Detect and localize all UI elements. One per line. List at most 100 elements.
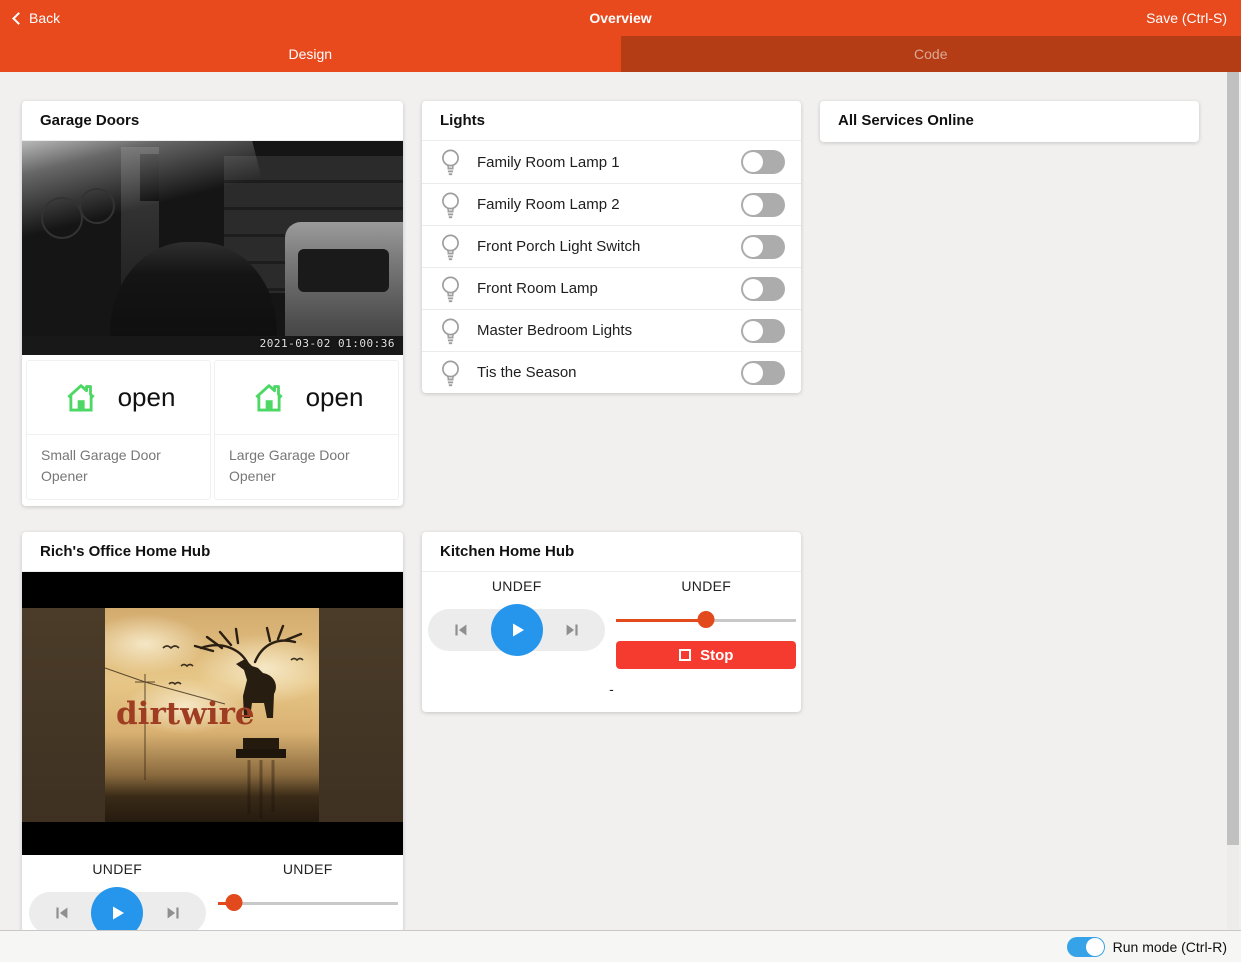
slider-knob[interactable] xyxy=(698,611,715,628)
volume-slider[interactable] xyxy=(616,611,796,629)
light-toggle[interactable] xyxy=(741,150,785,174)
scrollbar-thumb[interactable] xyxy=(1227,72,1239,845)
stop-label: Stop xyxy=(700,647,733,664)
toggle-knob xyxy=(743,321,763,341)
page-title: Overview xyxy=(0,10,1241,26)
bulb-icon xyxy=(438,358,463,388)
next-track-button[interactable] xyxy=(561,618,585,642)
artist-label: UNDEF xyxy=(612,578,802,594)
next-icon xyxy=(163,902,185,924)
toggle-knob xyxy=(743,152,763,172)
door-state-text: open xyxy=(118,382,176,413)
light-row: Front Porch Light Switch xyxy=(422,225,801,267)
door-label: Small Garage Door Opener xyxy=(27,435,210,499)
media-controls xyxy=(428,609,605,651)
track-label: UNDEF xyxy=(22,861,213,877)
camera-timestamp: 2021-03-02 01:00:36 xyxy=(260,337,395,350)
lights-card-title: Lights xyxy=(422,101,801,141)
save-label: Save (Ctrl-S) xyxy=(1146,10,1227,26)
tab-bar: Design Code xyxy=(0,36,1241,72)
kitchen-hub-status: UNDEF UNDEF xyxy=(422,578,801,594)
light-label: Family Room Lamp 2 xyxy=(477,196,741,213)
home-icon xyxy=(250,379,288,417)
light-row: Family Room Lamp 1 xyxy=(422,141,801,183)
bulb-icon xyxy=(438,274,463,304)
slider-track xyxy=(218,902,398,905)
office-hub-controls xyxy=(22,886,403,930)
bulb-icon xyxy=(438,316,463,346)
previous-icon xyxy=(449,619,471,641)
bulb-icon xyxy=(438,190,463,220)
garage-camera-feed: 2021-03-02 01:00:36 xyxy=(22,141,403,355)
toggle-knob xyxy=(1086,938,1104,956)
light-label: Tis the Season xyxy=(477,364,741,381)
office-hub-title: Rich's Office Home Hub xyxy=(22,532,403,572)
light-row: Master Bedroom Lights xyxy=(422,309,801,351)
light-toggle[interactable] xyxy=(741,277,785,301)
run-mode-toggle[interactable] xyxy=(1067,937,1105,957)
album-title-text: dirtwire xyxy=(116,696,255,732)
back-button[interactable]: Back xyxy=(0,0,74,36)
card-all-services: All Services Online xyxy=(820,101,1199,142)
bike-wheel xyxy=(79,188,115,224)
previous-track-button[interactable] xyxy=(49,901,73,925)
status-bar: Run mode (Ctrl-R) xyxy=(0,930,1241,962)
next-track-button[interactable] xyxy=(162,901,186,925)
toggle-knob xyxy=(743,279,763,299)
door-state-text: open xyxy=(306,382,364,413)
garage-door-button-large[interactable]: open Large Garage Door Opener xyxy=(214,360,399,500)
run-mode-label: Run mode (Ctrl-R) xyxy=(1113,939,1227,955)
light-toggle[interactable] xyxy=(741,235,785,259)
play-button[interactable] xyxy=(491,604,543,656)
chevron-left-icon xyxy=(12,12,25,25)
garage-door-button-small[interactable]: open Small Garage Door Opener xyxy=(26,360,211,500)
previous-icon xyxy=(50,902,72,924)
garage-door-state-large: open xyxy=(215,361,398,435)
previous-track-button[interactable] xyxy=(448,618,472,642)
toggle-knob xyxy=(743,363,763,383)
light-toggle[interactable] xyxy=(741,361,785,385)
light-label: Family Room Lamp 1 xyxy=(477,154,741,171)
track-label: UNDEF xyxy=(422,578,612,594)
home-icon xyxy=(62,379,100,417)
save-button[interactable]: Save (Ctrl-S) xyxy=(1132,0,1241,36)
design-canvas: Garage Doors 2021-03-02 01:00:36 xyxy=(0,72,1241,930)
light-label: Master Bedroom Lights xyxy=(477,322,741,339)
play-icon xyxy=(505,618,529,642)
light-label: Front Room Lamp xyxy=(477,280,741,297)
lights-list: Family Room Lamp 1 Family Room Lamp 2 xyxy=(422,141,801,393)
next-icon xyxy=(562,619,584,641)
stop-button[interactable]: Stop xyxy=(616,641,796,669)
light-row: Front Room Lamp xyxy=(422,267,801,309)
tab-design[interactable]: Design xyxy=(0,36,621,72)
app-header: Back Overview Save (Ctrl-S) xyxy=(0,0,1241,36)
card-office-hub: Rich's Office Home Hub xyxy=(22,532,403,930)
light-toggle[interactable] xyxy=(741,193,785,217)
light-row: Family Room Lamp 2 xyxy=(422,183,801,225)
toggle-knob xyxy=(743,237,763,257)
volume-slider[interactable] xyxy=(218,894,398,912)
play-button[interactable] xyxy=(91,887,143,930)
bulb-icon xyxy=(438,147,463,177)
office-hub-status: UNDEF UNDEF xyxy=(22,861,403,877)
vertical-scrollbar xyxy=(1227,72,1239,930)
media-controls xyxy=(29,892,206,930)
kitchen-hub-footer-text: - xyxy=(422,681,801,697)
light-label: Front Porch Light Switch xyxy=(477,238,741,255)
album-cover: dirtwire xyxy=(105,608,319,822)
light-row: Tis the Season xyxy=(422,351,801,393)
tab-code[interactable]: Code xyxy=(621,36,1241,72)
artist-label: UNDEF xyxy=(213,861,404,877)
suv-windshield xyxy=(298,249,389,292)
bike-wheel xyxy=(41,197,83,239)
album-art: dirtwire xyxy=(22,572,403,855)
back-label: Back xyxy=(29,10,60,26)
card-garage-doors: Garage Doors 2021-03-02 01:00:36 xyxy=(22,101,403,506)
stop-icon xyxy=(679,649,691,661)
slider-knob[interactable] xyxy=(225,894,242,911)
garage-door-buttons: open Small Garage Door Opener open Large… xyxy=(22,355,403,506)
play-icon xyxy=(105,901,129,925)
slider-fill xyxy=(616,619,706,622)
garage-card-title: Garage Doors xyxy=(22,101,403,141)
light-toggle[interactable] xyxy=(741,319,785,343)
